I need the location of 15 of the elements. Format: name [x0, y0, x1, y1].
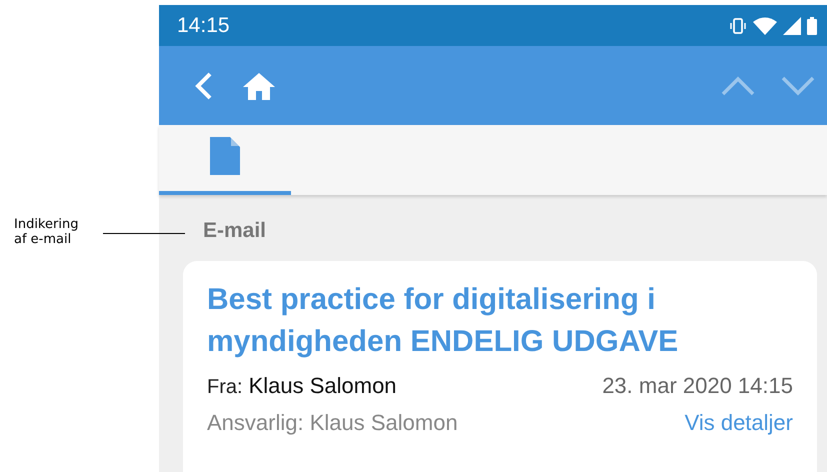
vibrate-icon: [729, 16, 747, 34]
details-link[interactable]: Vis detaljer: [684, 410, 793, 436]
email-date: 23. mar 2020 14:15: [602, 373, 793, 399]
email-title: Best practice for digitalisering i myndigheden ENDELIG UDGAVE: [207, 282, 680, 360]
wifi-icon: [753, 16, 777, 34]
sender-name: Klaus Salomon: [248, 373, 397, 399]
document-icon: [210, 137, 240, 175]
home-icon[interactable]: [242, 70, 276, 100]
responsible-text: Ansvarlig: Klaus Salomon: [207, 410, 458, 436]
section-label: E-mail: [202, 219, 268, 243]
battery-icon: [807, 16, 817, 34]
from-label: Fra:: [207, 376, 243, 399]
annotation-text: Indikering af e-mail: [14, 217, 78, 247]
status-time: 14:15: [177, 14, 230, 38]
signal-icon: [783, 16, 801, 34]
